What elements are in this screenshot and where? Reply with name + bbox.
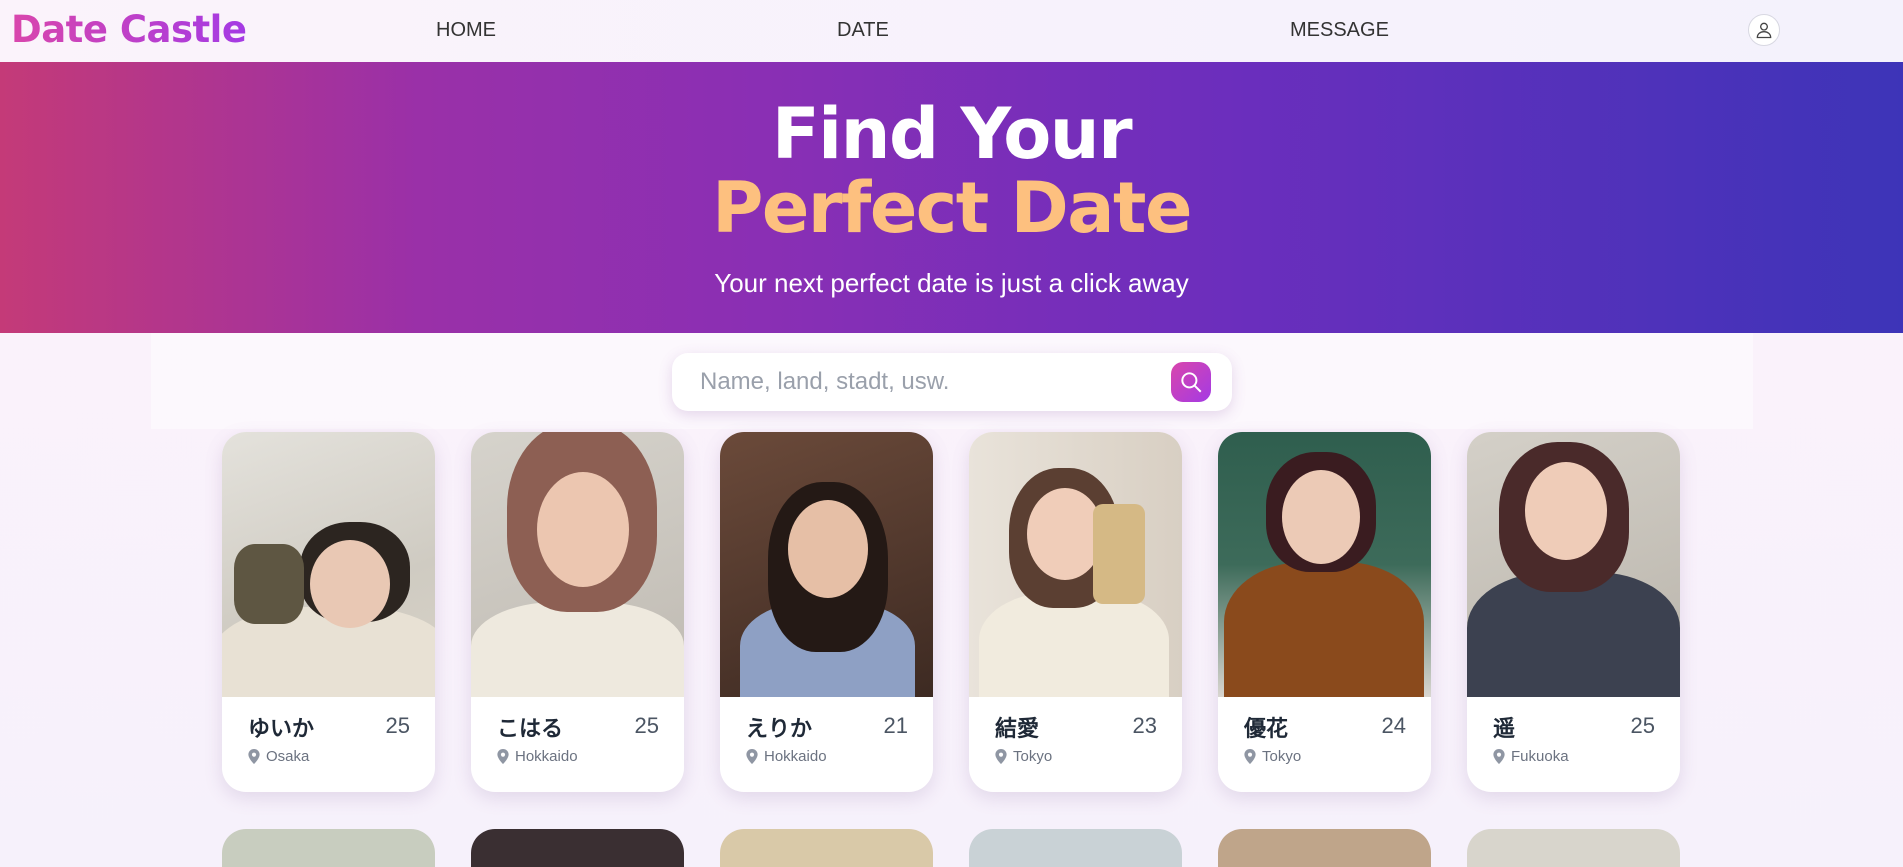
profile-photo [222, 432, 435, 697]
profile-age: 24 [1381, 713, 1406, 738]
user-profile-button[interactable] [1748, 14, 1780, 46]
location-pin-icon [248, 749, 260, 764]
location-label: Fukuoka [1511, 748, 1569, 765]
profile-age: 25 [1630, 713, 1655, 738]
profile-age: 23 [1132, 713, 1157, 738]
profile-card[interactable]: 遥 25 Fukuoka [1467, 432, 1680, 792]
profile-age: 25 [634, 713, 659, 738]
location-label: Tokyo [1262, 748, 1302, 765]
profile-name: 優花 [1244, 717, 1289, 742]
search-button[interactable] [1171, 362, 1211, 402]
hero-title-line1: Find Your [771, 93, 1133, 175]
profile-card[interactable]: こはる 25 Hokkaido [471, 432, 684, 792]
profile-location: Fukuoka [1493, 748, 1569, 765]
profile-card-partial[interactable] [471, 829, 684, 867]
profile-photo [471, 432, 684, 697]
profile-card-partial[interactable] [1218, 829, 1431, 867]
profile-card-partial[interactable] [969, 829, 1182, 867]
profile-card-partial[interactable] [720, 829, 933, 867]
location-label: Hokkaido [515, 748, 578, 765]
profile-age: 21 [883, 713, 908, 738]
profile-photo [1218, 432, 1431, 697]
location-label: Tokyo [1013, 748, 1053, 765]
profile-name: 結愛 [995, 717, 1040, 742]
profile-photo [1467, 432, 1680, 697]
location-pin-icon [1493, 749, 1505, 764]
logo[interactable]: Date Castle [11, 8, 247, 51]
location-pin-icon [1244, 749, 1256, 764]
profile-photo [969, 432, 1182, 697]
profile-name: ゆいか [248, 717, 315, 742]
profile-name: えりか [746, 717, 813, 742]
location-pin-icon [746, 749, 758, 764]
search-input[interactable] [700, 365, 1140, 399]
location-label: Osaka [266, 748, 310, 765]
profile-card-partial[interactable] [1467, 829, 1680, 867]
hero-title-line2: Perfect Date [712, 167, 1192, 249]
profile-card[interactable]: えりか 21 Hokkaido [720, 432, 933, 792]
nav-home[interactable]: HOME [436, 19, 496, 42]
profile-location: Hokkaido [746, 748, 827, 765]
nav-message[interactable]: MESSAGE [1290, 19, 1389, 42]
profile-name: 遥 [1493, 717, 1516, 742]
user-icon [1756, 22, 1772, 39]
hero-banner: Find Your Perfect Date Your next perfect… [0, 62, 1903, 333]
profile-photo [720, 432, 933, 697]
profile-location: Hokkaido [497, 748, 578, 765]
hero-subtitle: Your next perfect date is just a click a… [714, 268, 1189, 298]
search-bar [672, 353, 1232, 411]
location-pin-icon [995, 749, 1007, 764]
profile-age: 25 [385, 713, 410, 738]
search-icon [1181, 372, 1202, 393]
location-pin-icon [497, 749, 509, 764]
profile-card-partial[interactable] [222, 829, 435, 867]
profile-location: Tokyo [995, 748, 1052, 765]
profile-location: Osaka [248, 748, 309, 765]
profile-card[interactable]: 優花 24 Tokyo [1218, 432, 1431, 792]
location-label: Hokkaido [764, 748, 827, 765]
nav-date[interactable]: DATE [837, 19, 889, 42]
profile-card[interactable]: 結愛 23 Tokyo [969, 432, 1182, 792]
profile-name: こはる [497, 717, 564, 742]
profile-location: Tokyo [1244, 748, 1301, 765]
profile-card[interactable]: ゆいか 25 Osaka [222, 432, 435, 792]
top-nav: Date Castle HOME DATE MESSAGE [0, 0, 1903, 62]
